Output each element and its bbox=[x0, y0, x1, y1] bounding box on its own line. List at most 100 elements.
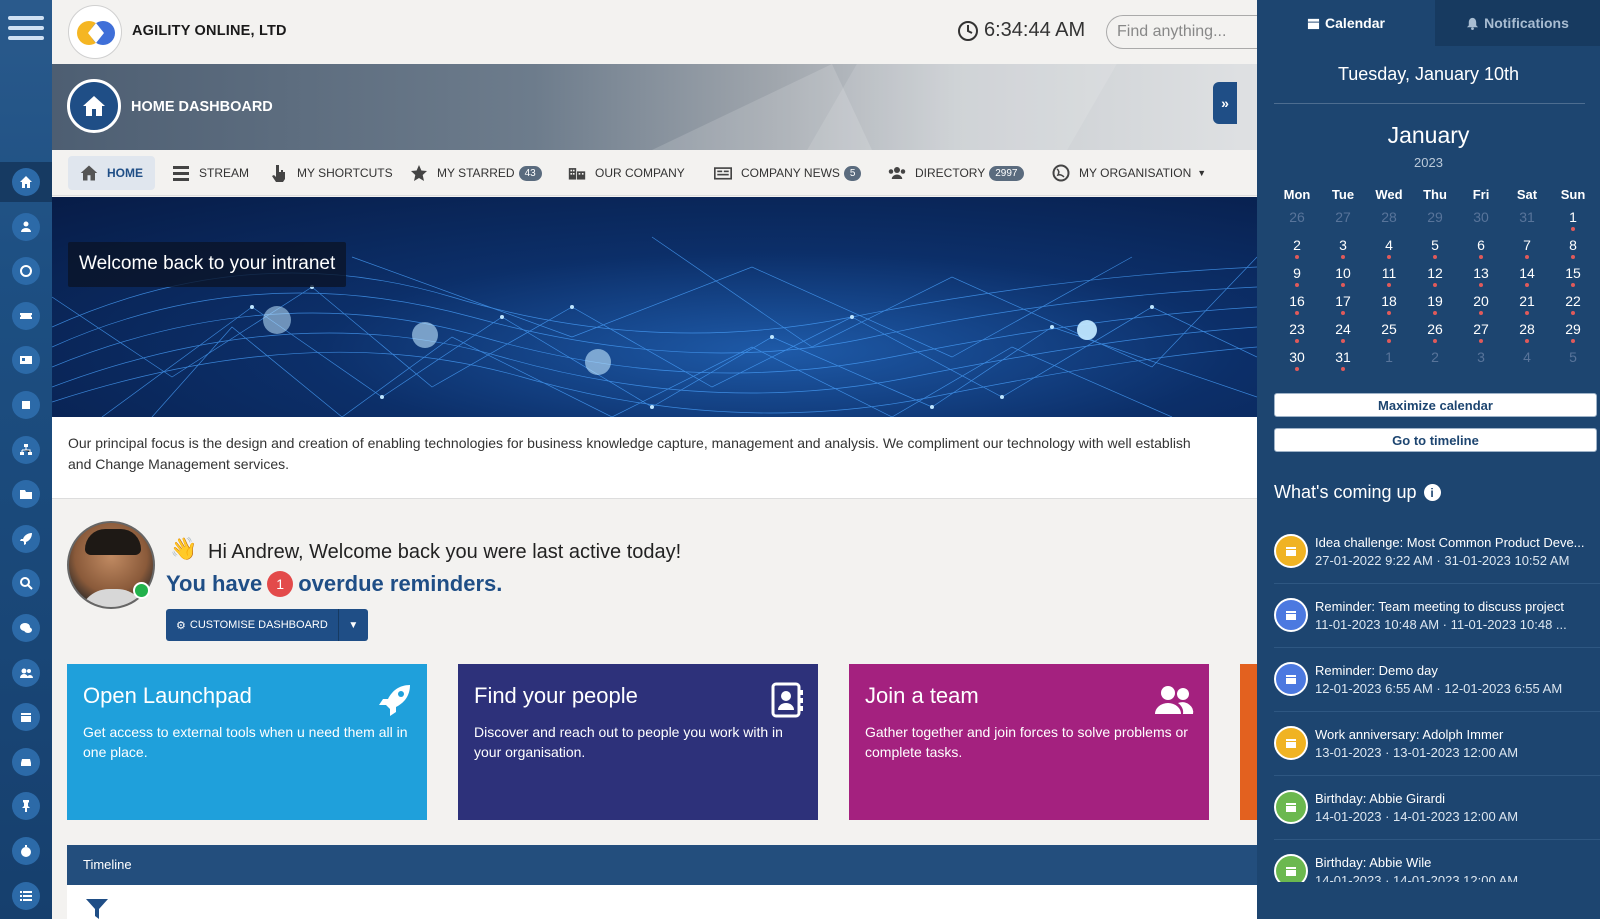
rail-support-icon[interactable] bbox=[12, 257, 40, 286]
calendar-day[interactable]: 5 bbox=[1412, 233, 1458, 261]
customise-dropdown-button[interactable]: ▼ bbox=[338, 609, 368, 641]
calendar-day[interactable]: 13 bbox=[1458, 261, 1504, 289]
event-item[interactable]: Reminder: Demo day 12-01-2023 6:55 AM · 1… bbox=[1274, 648, 1600, 712]
calendar-day[interactable]: 2 bbox=[1274, 233, 1320, 261]
calendar-day[interactable]: 12 bbox=[1412, 261, 1458, 289]
calendar-day[interactable]: 29 bbox=[1550, 317, 1596, 345]
info-icon[interactable]: i bbox=[1423, 484, 1441, 501]
calendar-day[interactable]: 1 bbox=[1550, 205, 1596, 233]
calendar-day[interactable]: 24 bbox=[1320, 317, 1366, 345]
tab-my-organisation[interactable]: MY ORGANISATION ▼ bbox=[1052, 156, 1206, 190]
calendar-day[interactable]: 30 bbox=[1274, 345, 1320, 373]
calendar-day[interactable]: 27 bbox=[1458, 317, 1504, 345]
calendar-day[interactable]: 1 bbox=[1366, 345, 1412, 373]
rail-pin-icon[interactable] bbox=[12, 792, 40, 821]
calendar-day[interactable]: 15 bbox=[1550, 261, 1596, 289]
event-calendar-icon bbox=[1274, 662, 1308, 696]
tab-my-starred[interactable]: MY STARRED 43 bbox=[410, 156, 542, 190]
calendar-day[interactable]: 4 bbox=[1504, 345, 1550, 373]
calendar-day[interactable]: 19 bbox=[1412, 289, 1458, 317]
calendar-day[interactable]: 9 bbox=[1274, 261, 1320, 289]
event-item[interactable]: Birthday: Abbie Wile 14-01-2023 · 14-01-2… bbox=[1274, 840, 1600, 882]
rail-ticket-icon[interactable] bbox=[12, 301, 40, 330]
calendar-day[interactable]: 11 bbox=[1366, 261, 1412, 289]
tab-my-shortcuts[interactable]: MY SHORTCUTS bbox=[270, 156, 393, 190]
calendar-day-number: 8 bbox=[1569, 237, 1577, 253]
go-to-timeline-button[interactable]: Go to timeline bbox=[1274, 428, 1597, 452]
rail-id-card-icon[interactable] bbox=[12, 346, 40, 375]
tile-find-your-people[interactable]: Find your people Discover and reach out … bbox=[458, 664, 818, 820]
calendar-day[interactable]: 8 bbox=[1550, 233, 1596, 261]
search-input[interactable] bbox=[1106, 15, 1266, 49]
event-item[interactable]: Birthday: Abbie Girardi 14-01-2023 · 14-0… bbox=[1274, 776, 1600, 840]
rail-comments-icon[interactable] bbox=[12, 614, 40, 642]
overdue-reminders[interactable]: You have 1 overdue reminders. bbox=[166, 571, 502, 597]
calendar-day[interactable]: 22 bbox=[1550, 289, 1596, 317]
tab-stream[interactable]: STREAM bbox=[172, 156, 249, 190]
tile-open-launchpad[interactable]: Open Launchpad Get access to external to… bbox=[67, 664, 427, 820]
rail-home-icon[interactable] bbox=[12, 168, 40, 196]
calendar-day[interactable]: 29 bbox=[1412, 205, 1458, 233]
calendar-day[interactable]: 14 bbox=[1504, 261, 1550, 289]
tile-join-a-team[interactable]: Join a team Gather together and join for… bbox=[849, 664, 1209, 820]
calendar-day[interactable]: 20 bbox=[1458, 289, 1504, 317]
tab-home[interactable]: HOME bbox=[68, 156, 155, 190]
rail-rocket-icon[interactable] bbox=[12, 524, 40, 553]
calendar-day[interactable]: 25 bbox=[1366, 317, 1412, 345]
tab-notifications[interactable]: Notifications bbox=[1435, 0, 1600, 46]
company-logo[interactable] bbox=[68, 5, 122, 59]
calendar-day[interactable]: 6 bbox=[1458, 233, 1504, 261]
calendar-day[interactable]: 28 bbox=[1366, 205, 1412, 233]
users-icon bbox=[1155, 686, 1194, 714]
calendar-day[interactable]: 26 bbox=[1412, 317, 1458, 345]
calendar-day[interactable]: 5 bbox=[1550, 345, 1596, 373]
calendar-day[interactable]: 2 bbox=[1412, 345, 1458, 373]
calendar-day[interactable]: 21 bbox=[1504, 289, 1550, 317]
tab-our-company[interactable]: OUR COMPANY bbox=[568, 156, 685, 190]
calendar-day[interactable]: 10 bbox=[1320, 261, 1366, 289]
calendar-day[interactable]: 31 bbox=[1504, 205, 1550, 233]
rail-list-icon[interactable] bbox=[12, 881, 40, 910]
rail-folder-icon[interactable] bbox=[12, 480, 40, 509]
calendar-day[interactable]: 4 bbox=[1366, 233, 1412, 261]
event-dot bbox=[1525, 339, 1529, 343]
maximize-calendar-button[interactable]: Maximize calendar bbox=[1274, 393, 1597, 417]
calendar-day[interactable]: 18 bbox=[1366, 289, 1412, 317]
rail-users-icon[interactable] bbox=[12, 212, 40, 241]
calendar-day[interactable]: 27 bbox=[1320, 205, 1366, 233]
calendar-day-number: 6 bbox=[1477, 237, 1485, 253]
calendar-day[interactable]: 16 bbox=[1274, 289, 1320, 317]
rail-group-icon[interactable] bbox=[12, 658, 40, 687]
tab-company-news[interactable]: COMPANY NEWS 5 bbox=[714, 156, 862, 190]
calendar-day[interactable]: 31 bbox=[1320, 345, 1366, 373]
calendar-day[interactable]: 17 bbox=[1320, 289, 1366, 317]
tile-partial[interactable] bbox=[1240, 664, 1257, 820]
calendar-day[interactable]: 3 bbox=[1458, 345, 1504, 373]
calendar-day[interactable]: 7 bbox=[1504, 233, 1550, 261]
filter-icon[interactable] bbox=[85, 898, 109, 919]
rail-car-icon[interactable] bbox=[12, 747, 40, 776]
calendar-day[interactable]: 26 bbox=[1274, 205, 1320, 233]
calendar-day[interactable]: 3 bbox=[1320, 233, 1366, 261]
event-item[interactable]: Reminder: Team meeting to discuss projec… bbox=[1274, 584, 1600, 648]
event-title: Work anniversary: Adolph Immer bbox=[1315, 727, 1504, 742]
home-icon bbox=[20, 176, 32, 188]
event-item[interactable]: Work anniversary: Adolph Immer 13-01-2023… bbox=[1274, 712, 1600, 776]
tab-directory[interactable]: DIRECTORY 2997 bbox=[888, 156, 1024, 190]
calendar-day-number: 3 bbox=[1339, 237, 1347, 253]
rail-calendar-icon[interactable] bbox=[12, 703, 40, 732]
customise-dashboard-button[interactable]: ⚙ CUSTOMISE DASHBOARD bbox=[166, 609, 339, 641]
calendar-day[interactable]: 23 bbox=[1274, 317, 1320, 345]
rail-sitemap-icon[interactable] bbox=[12, 435, 40, 464]
event-item[interactable]: Idea challenge: Most Common Product Deve… bbox=[1274, 520, 1600, 584]
hamburger-menu-icon[interactable] bbox=[8, 16, 44, 46]
search-icon bbox=[20, 577, 33, 591]
list-icon bbox=[20, 890, 32, 901]
rail-stopwatch-icon[interactable] bbox=[12, 837, 40, 865]
calendar-day[interactable]: 28 bbox=[1504, 317, 1550, 345]
rail-search-icon[interactable] bbox=[12, 569, 40, 598]
tab-calendar[interactable]: Calendar bbox=[1257, 0, 1435, 46]
calendar-day[interactable]: 30 bbox=[1458, 205, 1504, 233]
rail-stop-icon[interactable] bbox=[12, 391, 40, 419]
collapse-panel-button[interactable]: » bbox=[1213, 82, 1237, 124]
